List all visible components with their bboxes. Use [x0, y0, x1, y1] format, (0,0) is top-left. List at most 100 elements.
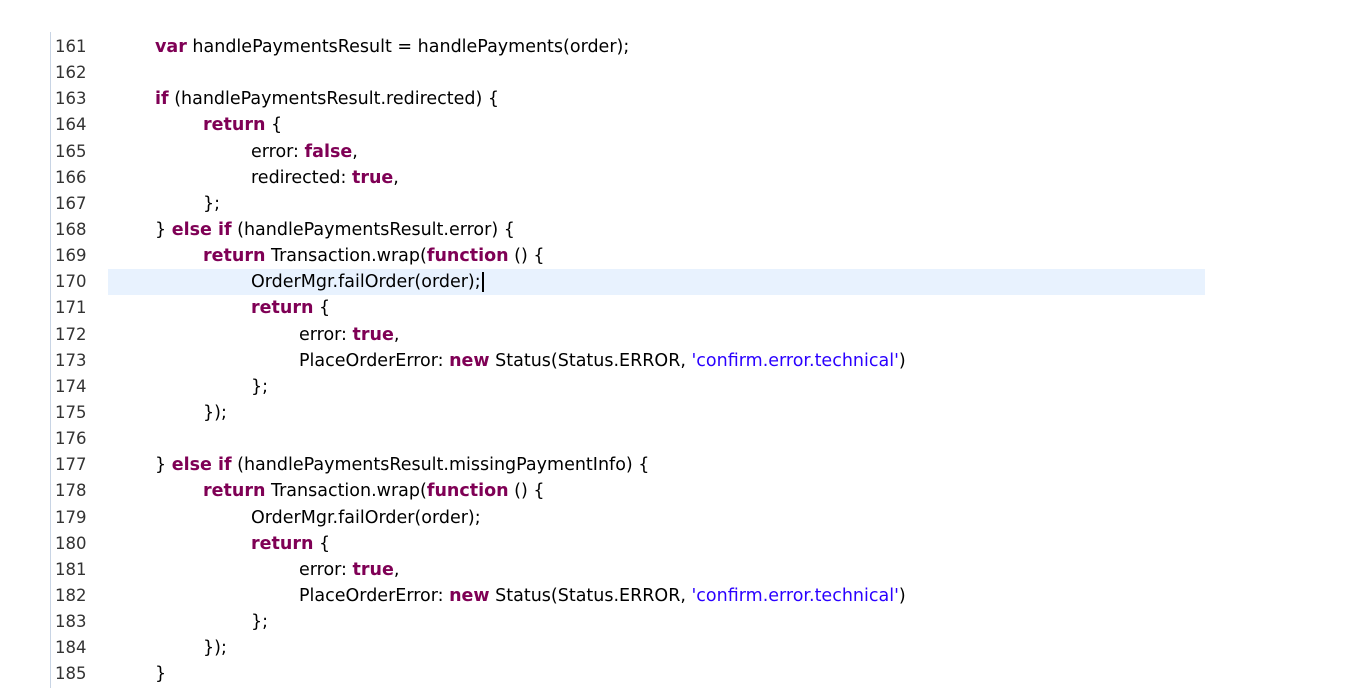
code-token: )	[898, 585, 906, 606]
keyword-token: if	[155, 89, 169, 110]
keyword-token: function	[426, 246, 509, 267]
line-number: 173	[55, 350, 87, 370]
keyword-token: return	[251, 533, 314, 554]
code-line[interactable]: 180 return {	[0, 531, 1369, 557]
code-line[interactable]: 181 error: true,	[0, 557, 1369, 583]
keyword-token: true	[352, 559, 394, 580]
code-token: {	[313, 533, 331, 554]
code-line[interactable]: 172 error: true,	[0, 322, 1369, 348]
keyword-token: return	[203, 115, 266, 136]
code-line[interactable]: 161 var handlePaymentsResult = handlePaym…	[0, 34, 1369, 60]
code-token: }	[155, 455, 172, 476]
code-line[interactable]: 169 return Transaction.wrap(function () {	[0, 243, 1369, 269]
code-line[interactable]: 164 return {	[0, 112, 1369, 138]
code-line[interactable]: 162	[0, 60, 1369, 86]
code-token: PlaceOrderError:	[299, 585, 450, 606]
line-number: 168	[55, 219, 87, 239]
line-code[interactable]: };	[155, 191, 220, 217]
code-line[interactable]: 179 OrderMgr.failOrder(order);	[0, 505, 1369, 531]
code-token: (handlePaymentsResult.missingPaymentInfo…	[231, 455, 650, 476]
line-number: 171	[55, 298, 87, 318]
code-token: PlaceOrderError:	[299, 350, 450, 371]
line-number: 161	[55, 37, 87, 56]
code-token: Transaction.wrap(	[265, 481, 427, 502]
line-number: 183	[55, 612, 87, 632]
code-line[interactable]: 178 return Transaction.wrap(function () {	[0, 478, 1369, 504]
line-code[interactable]: var handlePaymentsResult = handlePayment…	[155, 34, 629, 60]
line-code[interactable]: OrderMgr.failOrder(order);	[155, 505, 481, 531]
line-code[interactable]: return {	[155, 112, 282, 138]
line-code[interactable]: PlaceOrderError: new Status(Status.ERROR…	[155, 348, 906, 374]
line-code[interactable]: return Transaction.wrap(function () {	[155, 243, 545, 269]
code-line[interactable]: 173 PlaceOrderError: new Status(Status.ER…	[0, 348, 1369, 374]
code-token: Transaction.wrap(	[265, 246, 427, 267]
line-number: 179	[55, 507, 87, 527]
line-code[interactable]: OrderMgr.failOrder(order);	[155, 269, 484, 295]
code-token: Status(Status.ERROR,	[489, 585, 692, 606]
line-code[interactable]: };	[155, 609, 268, 635]
line-number: 170	[55, 272, 87, 292]
keyword-token: false	[304, 141, 353, 162]
code-token: });	[203, 638, 227, 659]
code-token: ,	[352, 141, 358, 162]
string-token: 'confirm.error.technical'	[691, 350, 899, 371]
code-line[interactable]: 176	[0, 426, 1369, 452]
code-line[interactable]: 182 PlaceOrderError: new Status(Status.ER…	[0, 583, 1369, 609]
line-code[interactable]: return {	[155, 531, 330, 557]
line-code[interactable]: error: true,	[155, 322, 399, 348]
code-token: (handlePaymentsResult.error) {	[231, 219, 515, 240]
code-line[interactable]: 168 } else if (handlePaymentsResult.error…	[0, 217, 1369, 243]
line-code[interactable]: });	[155, 400, 227, 426]
line-code[interactable]: error: false,	[155, 139, 358, 165]
code-token: (handlePaymentsResult.redirected) {	[168, 89, 500, 110]
code-line[interactable]: 175});	[0, 400, 1369, 426]
line-number: 185	[55, 664, 87, 684]
line-code[interactable]: } else if (handlePaymentsResult.missingP…	[155, 452, 649, 478]
line-number: 164	[55, 115, 87, 135]
code-token: () {	[508, 481, 545, 502]
string-token: 'confirm.error.technical'	[691, 585, 899, 606]
code-token: OrderMgr.failOrder(order);	[251, 507, 481, 528]
line-number: 163	[55, 89, 87, 109]
code-line[interactable]: 165 error: false,	[0, 139, 1369, 165]
code-line[interactable]: 167};	[0, 191, 1369, 217]
code-line[interactable]: 177} else if (handlePaymentsResult.missi…	[0, 452, 1369, 478]
line-code[interactable]: return {	[155, 295, 330, 321]
code-token: )	[898, 350, 906, 371]
code-line[interactable]: 174};	[0, 374, 1369, 400]
line-code[interactable]: }	[155, 661, 166, 687]
line-code[interactable]: if (handlePaymentsResult.redirected) {	[155, 86, 499, 112]
code-token: ,	[393, 559, 400, 580]
line-code[interactable]: };	[155, 374, 268, 400]
code-token: handlePaymentsResult = handlePayments(or…	[186, 37, 630, 57]
code-line[interactable]: 184});	[0, 635, 1369, 661]
line-number: 166	[55, 167, 87, 187]
code-token: error:	[251, 141, 305, 162]
code-line[interactable]: 163 if (handlePaymentsResult.redirected) …	[0, 86, 1369, 112]
keyword-token: return	[251, 298, 314, 319]
code-token: error:	[299, 324, 353, 345]
code-line[interactable]: 171 return {	[0, 295, 1369, 321]
line-code[interactable]: } else if (handlePaymentsResult.error) {	[155, 217, 515, 243]
line-number: 172	[55, 324, 87, 344]
current-code-line[interactable]: 170 OrderMgr.failOrder(order);	[0, 269, 1369, 296]
code-line[interactable]: 166 redirected: true,	[0, 165, 1369, 191]
code-line[interactable]: 183};	[0, 609, 1369, 635]
code-token: }	[155, 219, 172, 240]
line-number: 176	[55, 429, 87, 449]
code-token: };	[203, 193, 221, 214]
line-code[interactable]: return Transaction.wrap(function () {	[155, 478, 545, 504]
keyword-token: function	[426, 481, 509, 502]
line-code[interactable]: redirected: true,	[155, 165, 399, 191]
code-line[interactable]: 185}	[0, 661, 1369, 687]
code-token: {	[313, 298, 331, 319]
line-code[interactable]: error: true,	[155, 557, 399, 583]
code-lines[interactable]: 161 var handlePaymentsResult = handlePaym…	[0, 34, 1369, 688]
code-token: redirected:	[251, 167, 352, 188]
code-token: ,	[393, 324, 400, 345]
line-code[interactable]: });	[155, 635, 227, 661]
line-code[interactable]: PlaceOrderError: new Status(Status.ERROR…	[155, 583, 906, 609]
keyword-token: return	[203, 481, 266, 502]
keyword-token: else if	[171, 455, 232, 476]
code-editor[interactable]: 161 var handlePaymentsResult = handlePaym…	[0, 0, 1369, 688]
